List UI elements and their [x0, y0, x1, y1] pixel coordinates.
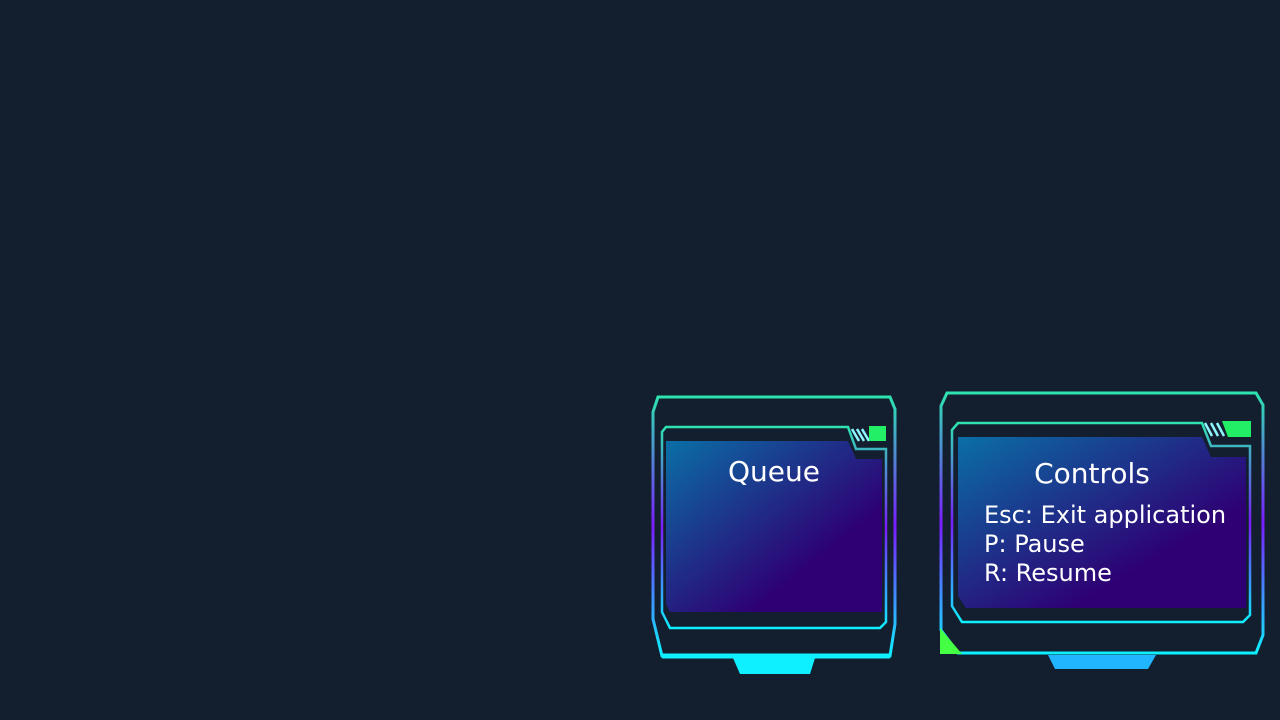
control-item-esc: Esc: Exit application — [984, 501, 1227, 529]
control-item-resume: R: Resume — [984, 559, 1112, 587]
controls-panel: Controls Esc: Exit application P: Pause … — [938, 390, 1266, 672]
controls-title: Controls — [1034, 457, 1150, 490]
controls-list: Esc: Exit application P: Pause R: Resume — [984, 501, 1226, 588]
control-item-pause: P: Pause — [984, 530, 1085, 558]
game-screen: Queue Controls Esc: Exit application P: … — [0, 0, 1280, 720]
queue-panel-frame — [651, 394, 897, 674]
queue-panel: Queue — [650, 394, 898, 676]
queue-title: Queue — [728, 455, 820, 488]
